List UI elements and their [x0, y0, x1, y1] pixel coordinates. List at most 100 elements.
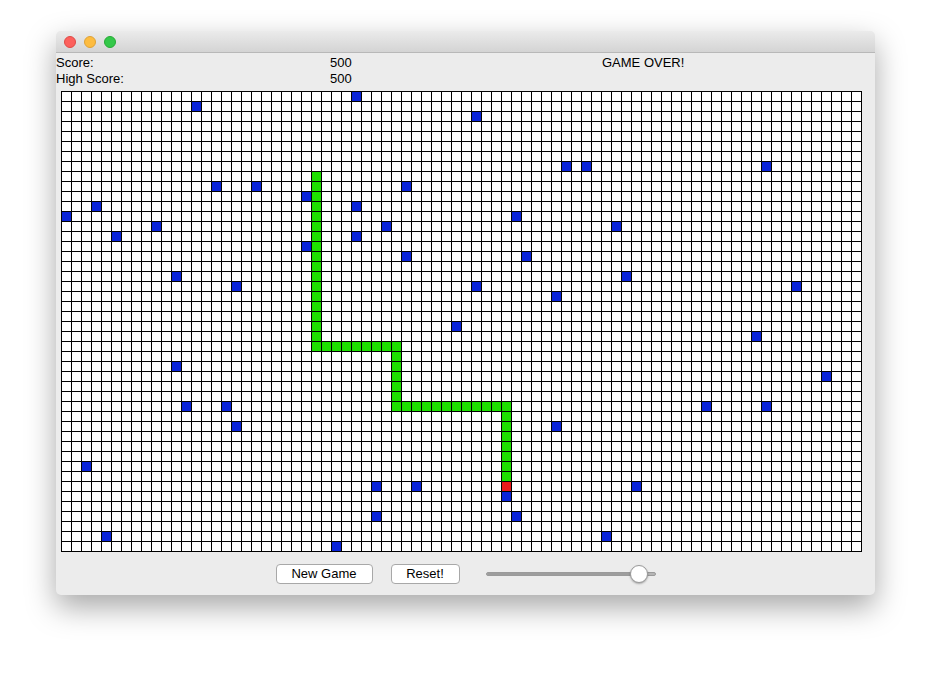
close-icon[interactable] — [64, 36, 76, 48]
block-cell — [512, 212, 522, 222]
board-cell — [92, 242, 102, 252]
minimize-icon[interactable] — [84, 36, 96, 48]
board-cell — [592, 132, 602, 142]
board-cell — [532, 242, 542, 252]
board-cell — [332, 192, 342, 202]
board-cell — [572, 292, 582, 302]
board-cell — [182, 292, 192, 302]
board-cell — [802, 162, 812, 172]
board-cell — [502, 332, 512, 342]
board-cell — [432, 302, 442, 312]
board-cell — [352, 132, 362, 142]
board-cell — [452, 212, 462, 222]
board-cell — [242, 152, 252, 162]
board-cell — [692, 242, 702, 252]
board-cell — [452, 112, 462, 122]
board-cell — [162, 142, 172, 152]
board-cell — [222, 132, 232, 142]
board-cell — [622, 132, 632, 142]
board-cell — [492, 142, 502, 152]
board-cell — [242, 272, 252, 282]
board-cell — [332, 152, 342, 162]
board-cell — [742, 252, 752, 262]
board-cell — [362, 132, 372, 142]
board-cell — [392, 152, 402, 162]
board-cell — [572, 142, 582, 152]
board-cell — [702, 92, 712, 102]
board-cell — [852, 92, 862, 102]
board-cell — [592, 282, 602, 292]
board-cell — [412, 142, 422, 152]
zoom-icon[interactable] — [104, 36, 116, 48]
board-cell — [172, 242, 182, 252]
board-cell — [282, 232, 292, 242]
board-cell — [92, 172, 102, 182]
block-cell — [212, 182, 222, 192]
board-cell — [522, 282, 532, 292]
board-cell — [582, 262, 592, 272]
board-cell — [322, 182, 332, 192]
board-cell — [792, 242, 802, 252]
board-cell — [562, 252, 572, 262]
board-cell — [272, 122, 282, 132]
board-cell — [512, 242, 522, 252]
board-cell — [522, 152, 532, 162]
board-cell — [282, 142, 292, 152]
board-cell — [202, 272, 212, 282]
board-cell — [822, 302, 832, 312]
board-cell — [552, 122, 562, 132]
board-cell — [652, 232, 662, 242]
board-cell — [482, 312, 492, 322]
board-cell — [262, 322, 272, 332]
board-cell — [512, 132, 522, 142]
board-cell — [82, 202, 92, 212]
board-cell — [402, 302, 412, 312]
board-cell — [542, 142, 552, 152]
board-cell — [432, 232, 442, 242]
board-cell — [512, 322, 522, 332]
board-cell — [552, 272, 562, 282]
board-cell — [772, 182, 782, 192]
board-cell — [142, 222, 152, 232]
board-cell — [272, 92, 282, 102]
board-cell — [682, 152, 692, 162]
board-cell — [632, 92, 642, 102]
board-cell — [792, 272, 802, 282]
board-cell — [822, 162, 832, 172]
board-cell — [262, 302, 272, 312]
board-cell — [542, 282, 552, 292]
board-cell — [412, 192, 422, 202]
board-cell — [412, 162, 422, 172]
board-cell — [382, 232, 392, 242]
board-cell — [452, 242, 462, 252]
board-cell — [112, 242, 122, 252]
board-cell — [702, 142, 712, 152]
board-cell — [82, 282, 92, 292]
board-cell — [142, 142, 152, 152]
board-cell — [702, 112, 712, 122]
board-cell — [852, 242, 862, 252]
board-cell — [162, 212, 172, 222]
board-cell — [152, 172, 162, 182]
board-cell — [272, 182, 282, 192]
board-cell — [482, 262, 492, 272]
board-cell — [582, 282, 592, 292]
board-cell — [242, 192, 252, 202]
board-cell — [592, 272, 602, 282]
board-cell — [732, 302, 742, 312]
board-cell — [572, 262, 582, 272]
board-cell — [412, 182, 422, 192]
board-cell — [202, 282, 212, 292]
board-cell — [122, 182, 132, 192]
board-cell — [572, 122, 582, 132]
board-cell — [702, 162, 712, 172]
board-cell — [162, 92, 172, 102]
board-cell — [422, 112, 432, 122]
board-cell — [732, 292, 742, 302]
board-cell — [292, 112, 302, 122]
board-cell — [372, 182, 382, 192]
board-cell — [442, 252, 452, 262]
board-cell — [172, 212, 182, 222]
board-cell — [202, 212, 212, 222]
board-cell — [542, 272, 552, 282]
